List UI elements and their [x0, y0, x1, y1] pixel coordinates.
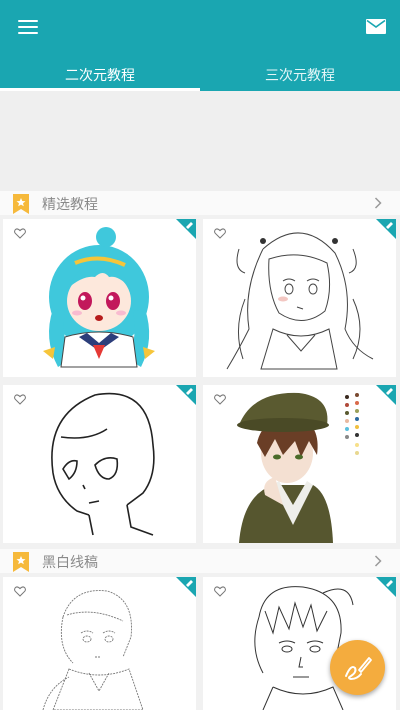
heart-outline-icon[interactable]	[14, 586, 26, 597]
menu-icon[interactable]	[18, 19, 38, 35]
tutorial-card[interactable]	[3, 577, 196, 710]
tutorial-card[interactable]	[3, 219, 196, 377]
tutorial-thumbnail	[226, 232, 374, 370]
pencil-corner-icon	[176, 385, 196, 405]
section-title: 精选教程	[42, 197, 98, 213]
bookmark-star-icon	[13, 194, 29, 214]
tutorial-card[interactable]	[3, 385, 196, 543]
tab-label: 二次元教程	[65, 68, 135, 84]
tutorial-card[interactable]	[203, 219, 396, 377]
section-header-lineart[interactable]: 黑白线稿	[0, 549, 400, 573]
draw-fab-button[interactable]	[330, 640, 385, 695]
heart-outline-icon[interactable]	[214, 586, 226, 597]
chevron-right-icon	[374, 555, 382, 567]
banner-area[interactable]	[0, 91, 400, 191]
tab-realistic-tutorials[interactable]: 三次元教程	[200, 62, 400, 91]
pencil-corner-icon	[176, 219, 196, 239]
section-title: 黑白线稿	[42, 555, 98, 571]
heart-outline-icon[interactable]	[14, 394, 26, 405]
pencil-corner-icon	[376, 577, 396, 597]
tutorial-thumbnail	[43, 227, 155, 368]
pencil-corner-icon	[376, 385, 396, 405]
heart-outline-icon[interactable]	[214, 394, 226, 405]
tab-anime-tutorials[interactable]: 二次元教程	[0, 62, 200, 91]
mail-icon[interactable]	[366, 19, 386, 34]
tutorial-thumbnail	[237, 392, 359, 543]
pen-draw-icon	[345, 657, 372, 681]
tab-label: 三次元教程	[265, 68, 335, 84]
bookmark-star-icon	[13, 552, 29, 572]
app-top-bar: 二次元教程 三次元教程	[0, 0, 400, 91]
heart-outline-icon[interactable]	[214, 228, 226, 239]
tutorial-card[interactable]	[203, 385, 396, 543]
tutorial-thumbnail	[51, 392, 155, 536]
pencil-corner-icon	[176, 577, 196, 597]
tutorial-thumbnail	[42, 590, 144, 710]
section-header-featured[interactable]: 精选教程	[0, 191, 400, 215]
pencil-corner-icon	[376, 219, 396, 239]
heart-outline-icon[interactable]	[14, 228, 26, 239]
chevron-right-icon	[374, 197, 382, 209]
